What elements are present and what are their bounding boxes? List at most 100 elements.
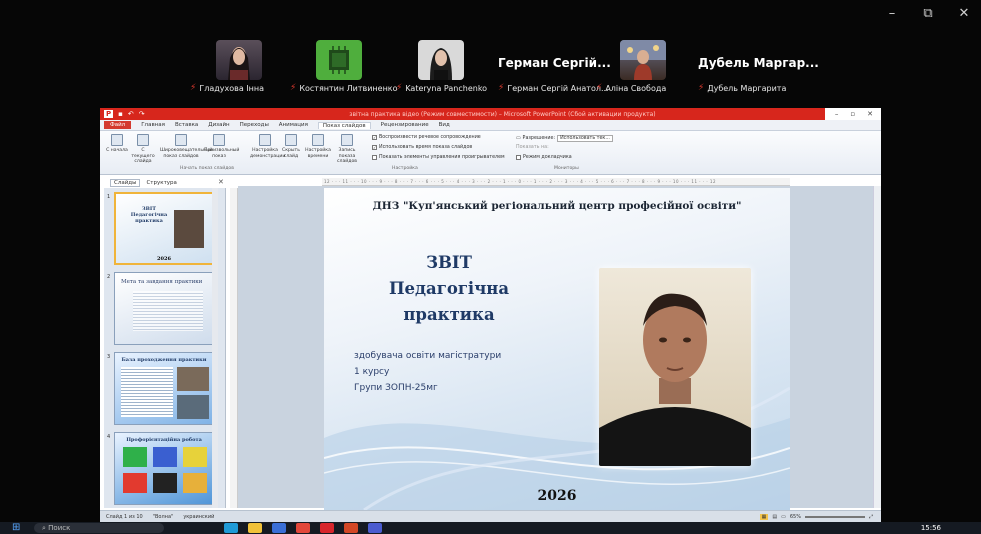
opera-icon[interactable] — [320, 523, 334, 533]
setup-show-button[interactable]: Настройка демонстрации — [250, 134, 285, 159]
restore-button[interactable]: ⧉ — [921, 6, 935, 21]
tab-transitions[interactable]: Переходы — [240, 122, 269, 128]
tab-design[interactable]: Дизайн — [208, 122, 229, 128]
group-label-monitors: Мониторы — [554, 166, 579, 171]
avatar — [216, 40, 262, 80]
language: украинский — [183, 513, 215, 520]
slide-number: 3 — [107, 354, 111, 360]
setup-icon — [259, 134, 271, 146]
fit-slide-icon[interactable]: ⤢ — [869, 514, 873, 520]
taskbar: ⊞ ⌕ Поиск 15:56 — [0, 522, 981, 534]
slide-number: 2 — [107, 274, 111, 280]
ppt-window-controls: – ▫ ✕ — [824, 108, 881, 120]
edge-icon[interactable] — [224, 523, 238, 533]
presenter-view-checkbox[interactable]: Режим докладчика — [516, 155, 572, 160]
sorter-view-icon[interactable]: ▤ — [772, 514, 777, 520]
slideshow-icon — [111, 134, 123, 146]
record-show-button[interactable]: Запись показа слайдов — [332, 134, 362, 165]
custom-show-icon — [213, 134, 225, 146]
store-icon[interactable] — [272, 523, 286, 533]
tab-slides[interactable]: Слайды — [110, 179, 141, 187]
narrations-checkbox[interactable]: ✓ Воспроизвести речевое сопровождение — [372, 135, 481, 140]
redo-icon[interactable]: ↷ — [139, 110, 145, 118]
reading-view-icon[interactable]: ▭ — [781, 514, 786, 520]
slide-thumbnails-pane: 1 ЗВІТ Педагогічна практика 2026 2 Мета … — [104, 188, 226, 508]
participant-tile[interactable]: Дубель Маргар... ⚡ Дубель Маргарита — [698, 40, 819, 93]
theme-name: "Волна" — [152, 513, 174, 520]
tab-home[interactable]: Главная — [141, 122, 165, 128]
meet-icon[interactable] — [368, 523, 382, 533]
tab-outline[interactable]: Структура — [146, 180, 176, 186]
hide-slide-button[interactable]: Скрыть слайд — [280, 134, 302, 159]
slideshow-current-icon — [137, 134, 149, 146]
participant-name: Kateryna Panchenko — [405, 83, 488, 93]
tab-insert[interactable]: Вставка — [175, 122, 198, 128]
powerpoint-icon[interactable] — [344, 523, 358, 533]
from-current-button[interactable]: С текущего слайда — [130, 134, 156, 165]
taskbar-search-input[interactable]: ⌕ Поиск — [34, 523, 164, 533]
slide-thumbnail[interactable]: Мета та завдання практики — [114, 272, 214, 345]
save-icon[interactable]: ▪ — [118, 110, 123, 118]
tab-view[interactable]: Вид — [439, 122, 450, 128]
mic-off-icon: ⚡ — [596, 83, 603, 93]
undo-icon[interactable]: ↶ — [128, 110, 134, 118]
participant-name: Костянтин Литвиненко — [299, 83, 398, 93]
zoom-level: 65% — [789, 513, 801, 520]
broadcast-icon — [175, 134, 187, 146]
tab-file[interactable]: Файл — [104, 121, 132, 129]
ppt-minimize-icon[interactable]: – — [835, 110, 839, 118]
participant-tile[interactable]: ⚡ Аліна Свобода — [596, 40, 700, 93]
participant-tile[interactable]: ⚡ Kateryna Panchenko — [396, 40, 508, 93]
ppt-logo-icon: P — [104, 110, 114, 118]
slide-thumbnail[interactable]: Профорієнтаційна робота — [114, 432, 214, 505]
participant-name: Герман Сергій Анатол... — [507, 83, 609, 93]
ppt-titlebar: P ▪ ↶ ↷ звітна практика відео (Режим сов… — [100, 108, 881, 120]
windows-start-icon[interactable]: ⊞ — [12, 522, 26, 534]
rehearse-timings-button[interactable]: Настройка времени — [304, 134, 332, 159]
show-on-select[interactable]: Показать на: — [516, 145, 549, 150]
slide-year: 2026 — [537, 488, 577, 504]
slide-title: ЗВІТ Педагогічна практика — [388, 253, 510, 324]
slide-thumbnail[interactable]: ЗВІТ Педагогічна практика 2026 — [114, 192, 214, 265]
slide-thumbnail[interactable]: База проходження практики — [114, 352, 214, 425]
vertical-ruler — [230, 188, 238, 508]
from-beginning-button[interactable]: С начала — [104, 134, 130, 154]
participant-big-name: Герман Сергій... — [498, 56, 611, 70]
tab-review[interactable]: Рецензирование — [381, 122, 429, 128]
chrome-icon[interactable] — [296, 523, 310, 533]
explorer-icon[interactable] — [248, 523, 262, 533]
participant-name: Дубель Маргарита — [707, 83, 787, 93]
portrait-photo — [599, 268, 751, 466]
minimize-button[interactable]: – — [885, 6, 899, 21]
avatar — [316, 40, 362, 80]
participant-big-name: Дубель Маргар... — [698, 56, 819, 70]
ppt-close-icon[interactable]: ✕ — [867, 110, 873, 118]
status-bar: Слайд 1 из 10 "Волна" украинский ▦ ▤ ▭ 6… — [100, 510, 881, 522]
avatar — [418, 40, 464, 80]
slide-scrollbar[interactable] — [873, 186, 881, 508]
tab-slideshow[interactable]: Показ слайдов — [317, 121, 371, 129]
normal-view-icon[interactable]: ▦ — [759, 513, 769, 520]
resolution-select[interactable]: ▭ Разрешение: Использовать тек... — [516, 135, 613, 142]
quick-access-toolbar: P ▪ ↶ ↷ — [100, 110, 180, 118]
custom-show-button[interactable]: Произвольный показ — [204, 134, 239, 159]
slide-header: ДНЗ "Куп'янський регіональний центр проф… — [372, 200, 742, 212]
participant-name: Аліна Свобода — [605, 83, 667, 93]
tab-animation[interactable]: Анимация — [279, 122, 308, 128]
timer-icon — [312, 134, 324, 146]
broadcast-button[interactable]: Широковещательный показ слайдов — [160, 134, 213, 159]
close-pane-icon[interactable]: ✕ — [218, 178, 224, 186]
mic-off-icon: ⚡ — [498, 83, 505, 93]
current-slide[interactable]: ДНЗ "Куп'янський регіональний центр проф… — [324, 188, 790, 510]
photo-thumb — [174, 210, 204, 248]
monitor-icon: ▭ — [516, 136, 521, 141]
zoom-slider[interactable] — [804, 515, 865, 518]
group-label-setup: Настройка — [392, 166, 418, 171]
ppt-restore-icon[interactable]: ▫ — [850, 110, 855, 118]
use-timings-checkbox[interactable]: ✓ Использовать время показа слайдов — [372, 145, 472, 150]
window-controls: – ⧉ ✕ — [885, 6, 971, 21]
horizontal-ruler: 12 · · · 11 · · · 10 · · · 9 · · · 8 · ·… — [322, 178, 790, 186]
show-controls-checkbox[interactable]: Показать элементы управления проигрывате… — [372, 155, 505, 160]
thumbnails-scrollbar[interactable] — [212, 188, 218, 508]
close-button[interactable]: ✕ — [957, 6, 971, 21]
